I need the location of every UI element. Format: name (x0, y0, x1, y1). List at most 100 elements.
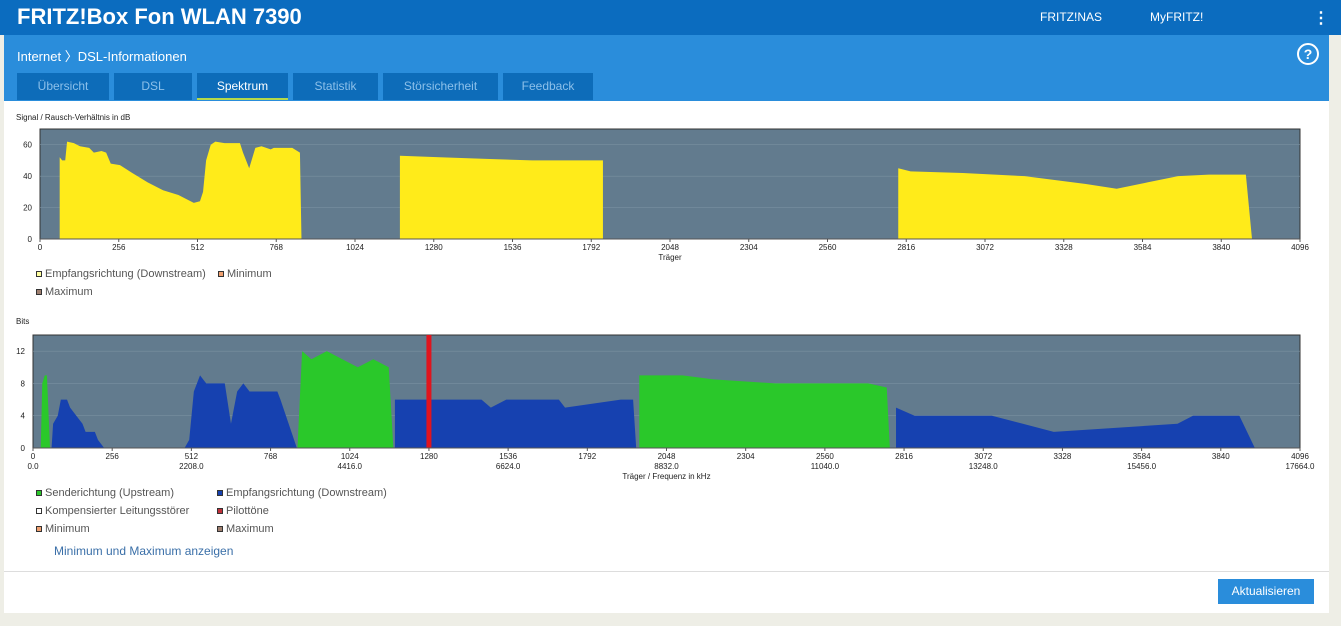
content-panel: Signal / Rausch-Verhältnis in dB 0 20 40 60… (4, 101, 1329, 613)
x-tick-label: 1024 (346, 243, 364, 252)
x-tick-label: 0 (38, 243, 43, 252)
x-tick-label-khz: 11040.0 (811, 462, 840, 471)
x-tick-label: 256 (112, 243, 126, 252)
legend-label: Maximum (226, 523, 274, 535)
x-tick-label-khz: 2208.0 (179, 462, 204, 471)
legend-swatch (36, 526, 42, 532)
y-tick-label: 12 (16, 347, 25, 356)
top-bar: FRITZ!Box Fon WLAN 7390 FRITZ!NAS MyFRIT… (0, 0, 1341, 35)
x-tick-label-khz: 17664.0 (1286, 462, 1315, 471)
x-tick-label: 2816 (897, 243, 915, 252)
area-senderichtung-upstream- (639, 375, 890, 448)
legend-swatch (36, 271, 42, 277)
area-senderichtung-upstream- (297, 351, 394, 448)
x-tick-label-khz: 13248.0 (969, 462, 998, 471)
legend-maximum[interactable]: Maximum (217, 523, 274, 535)
y-tick-label: 40 (23, 172, 32, 181)
x-tick-label: 1024 (341, 452, 359, 461)
menu-icon[interactable]: ⋮ (1313, 8, 1329, 28)
x-axis-label: Träger / Frequenz in kHz (622, 472, 710, 481)
snr-chart: 0 20 40 60 0 256 512 768 1024 1280 1536 1792 2048 230… (23, 128, 1309, 262)
x-tick-label: 512 (185, 452, 199, 461)
pilot-tone-marker (426, 335, 432, 448)
tab-uebersicht[interactable]: Übersicht (17, 73, 109, 100)
tab-spektrum[interactable]: Spektrum (197, 73, 288, 100)
legend-swatch (217, 526, 223, 532)
legend-swatch (217, 490, 223, 496)
x-tick-label: 1792 (578, 452, 596, 461)
legend-swatch (36, 289, 42, 295)
x-tick-label-khz: 6624.0 (496, 462, 521, 471)
legend-downstream[interactable]: Empfangsrichtung (Downstream) (217, 487, 387, 499)
x-tick-label: 1280 (425, 243, 443, 252)
y-tick-label: 0 (21, 444, 26, 453)
x-tick-label: 768 (264, 452, 278, 461)
legend-compensated[interactable]: Kompensierter Leitungsstörer (36, 505, 189, 517)
app-title: FRITZ!Box Fon WLAN 7390 (17, 4, 302, 29)
legend-swatch (36, 508, 42, 514)
legend-label: Minimum (45, 523, 90, 535)
x-tick-label: 512 (191, 243, 205, 252)
x-tick-label-khz: 15456.0 (1127, 462, 1156, 471)
legend-label: Senderichtung (Upstream) (45, 487, 175, 499)
x-axis-label: Träger (658, 253, 682, 262)
x-tick-label: 4096 (1291, 452, 1309, 461)
x-tick-label: 2560 (816, 452, 834, 461)
divider (4, 571, 1329, 572)
x-tick-label: 3328 (1054, 452, 1072, 461)
help-icon[interactable]: ? (1297, 43, 1319, 65)
fritznas-link[interactable]: FRITZ!NAS (1040, 10, 1102, 24)
x-tick-label: 1280 (420, 452, 438, 461)
x-tick-label: 2560 (819, 243, 837, 252)
x-tick-label: 768 (270, 243, 284, 252)
x-tick-label: 2048 (661, 243, 679, 252)
x-tick-label-khz: 8832.0 (654, 462, 679, 471)
x-tick-label: 1536 (504, 243, 522, 252)
x-tick-label: 4096 (1291, 243, 1309, 252)
x-tick-label: 2816 (895, 452, 913, 461)
legend-swatch (218, 271, 224, 277)
x-tick-label-khz: 4416.0 (338, 462, 363, 471)
tab-dsl[interactable]: DSL (114, 73, 192, 100)
legend-snr-maximum[interactable]: Maximum (36, 286, 93, 298)
legend-label: Maximum (45, 286, 93, 298)
x-tick-label: 2304 (737, 452, 755, 461)
chevron-right-icon: 〉 (64, 49, 78, 64)
bits-chart: 0 4 8 12 0 256 512 768 1024 1280 1536 1792 2048 2304 2… (16, 334, 1315, 481)
legend-upstream[interactable]: Senderichtung (Upstream) (36, 487, 174, 499)
x-tick-label: 3840 (1212, 243, 1230, 252)
x-tick-label: 3584 (1134, 243, 1152, 252)
x-tick-label: 2304 (740, 243, 758, 252)
bits-chart-title: Bits (16, 317, 30, 326)
legend-swatch (36, 490, 42, 496)
y-tick-label: 0 (28, 235, 33, 244)
legend-snr-minimum[interactable]: Minimum (218, 268, 272, 280)
legend-pilot[interactable]: Pilottöne (217, 505, 269, 517)
x-tick-label: 3328 (1055, 243, 1073, 252)
legend-label: Pilottöne (226, 505, 269, 517)
x-tick-label: 3840 (1212, 452, 1230, 461)
x-tick-label: 256 (106, 452, 120, 461)
y-tick-label: 8 (21, 379, 26, 388)
tab-stoersicherheit[interactable]: Störsicherheit (383, 73, 498, 100)
y-tick-label: 60 (23, 141, 32, 150)
x-tick-label: 1792 (582, 243, 600, 252)
area-empfangsrichtung-downstream- (399, 155, 603, 239)
tab-statistik[interactable]: Statistik (293, 73, 378, 100)
refresh-button[interactable]: Aktualisieren (1218, 579, 1314, 604)
breadcrumb-current: DSL-Informationen (77, 49, 187, 64)
breadcrumb: Internet 〉DSL-Informationen (17, 46, 187, 65)
legend-label: Empfangsrichtung (Downstream) (226, 487, 387, 499)
nav-bar: Internet 〉DSL-Informationen ? Übersicht … (4, 35, 1329, 101)
legend-minimum[interactable]: Minimum (36, 523, 90, 535)
y-tick-label: 4 (21, 412, 26, 421)
x-tick-label: 3584 (1133, 452, 1151, 461)
x-tick-label: 3072 (976, 243, 994, 252)
myfritz-link[interactable]: MyFRITZ! (1150, 10, 1203, 24)
tab-feedback[interactable]: Feedback (503, 73, 593, 100)
breadcrumb-internet[interactable]: Internet (17, 49, 61, 64)
legend-snr-downstream[interactable]: Empfangsrichtung (Downstream) (36, 268, 206, 280)
legend-label: Empfangsrichtung (Downstream) (45, 268, 206, 280)
show-minmax-link[interactable]: Minimum und Maximum anzeigen (54, 544, 233, 558)
x-tick-label: 0 (31, 452, 36, 461)
